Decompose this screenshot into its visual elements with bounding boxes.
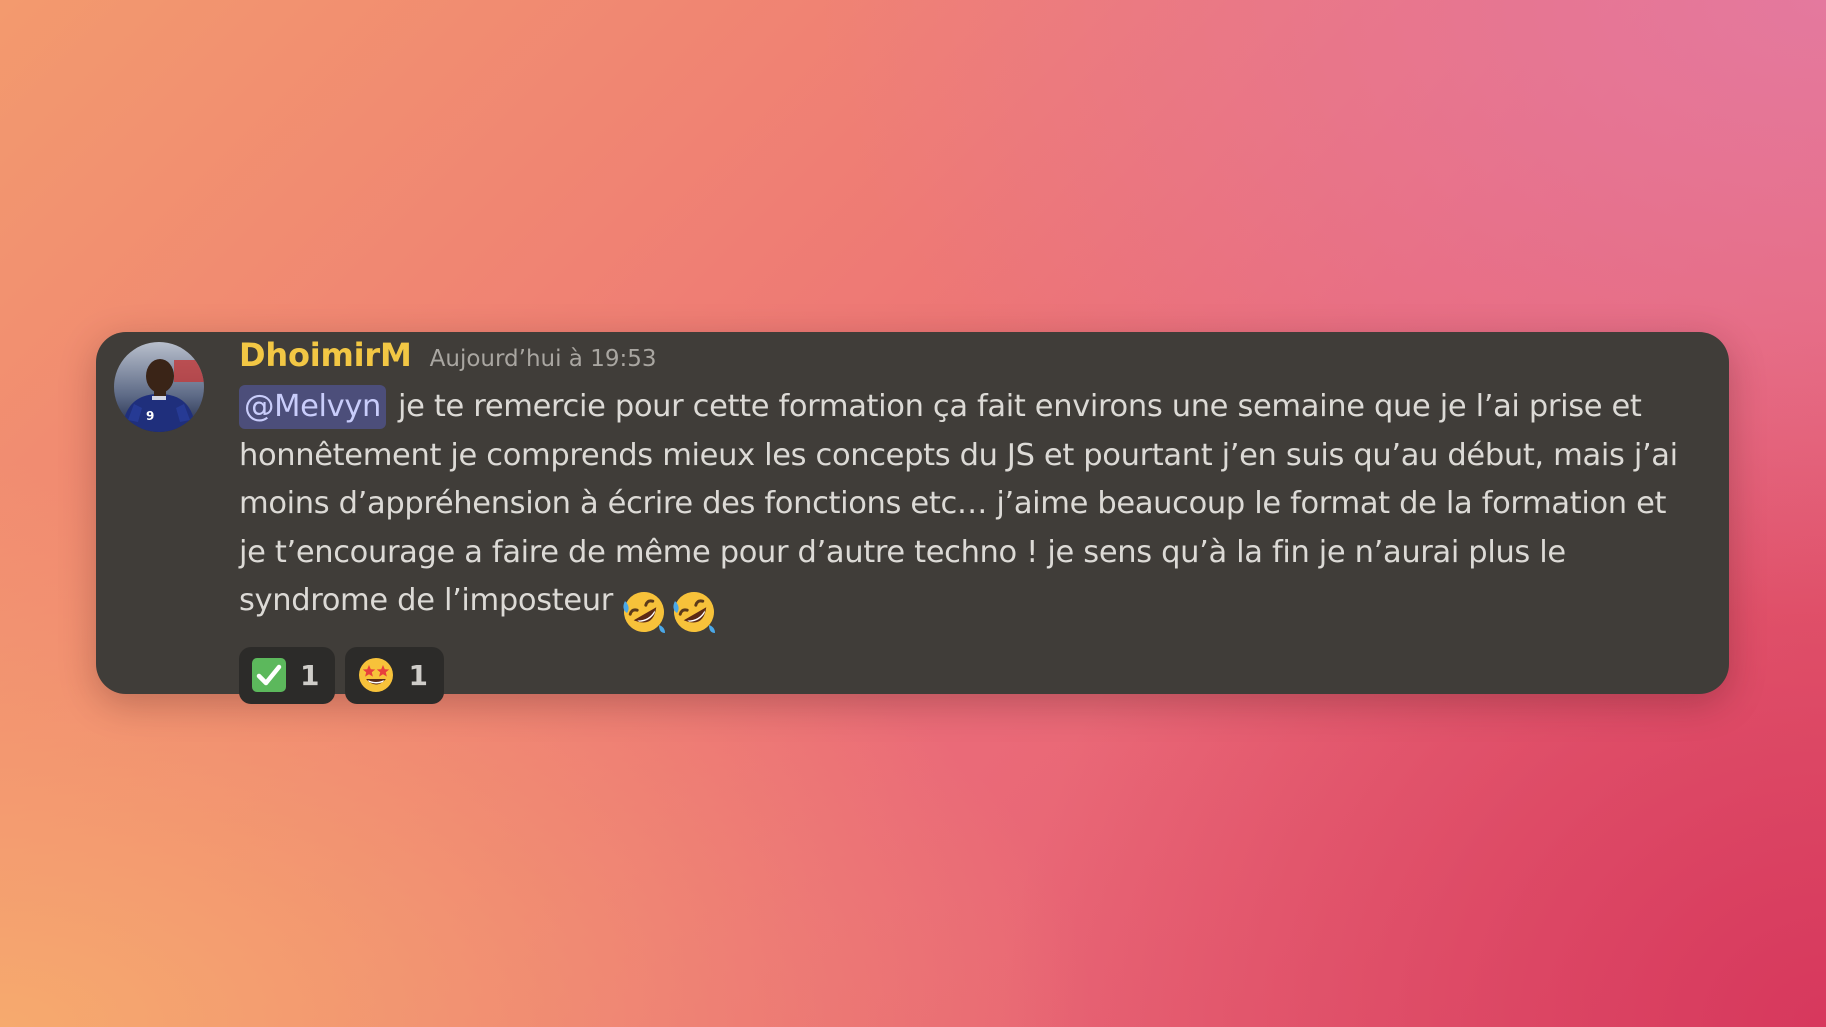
reaction-count: 1 [408, 658, 428, 692]
star-struck-emoji [359, 658, 394, 692]
svg-text:9: 9 [146, 409, 154, 423]
message-text: je te remercie pour cette formation ça f… [239, 389, 1678, 618]
reaction-check-mark[interactable]: 1 [239, 646, 336, 704]
message-content: DhoimirM Aujourd’hui à 19:53 @Melvyn je t… [239, 336, 1695, 704]
inline-emojis [619, 587, 719, 637]
message-timestamp: Aujourd’hui à 19:53 [429, 346, 657, 372]
user-avatar-icon: 9 [114, 342, 204, 432]
user-avatar[interactable]: 9 [114, 342, 204, 432]
user-mention[interactable]: @Melvyn [239, 385, 387, 429]
reaction-count: 1 [300, 658, 320, 692]
rolling-on-floor-laughing-emoji [673, 591, 715, 633]
rolling-on-floor-laughing-emoji [623, 591, 665, 633]
username[interactable]: DhoimirM [239, 336, 412, 374]
message-card: 9 DhoimirM Aujourd’hui à 19:53 @Melvyn je… [96, 332, 1729, 704]
reactions-bar: 1 1 [239, 646, 1695, 704]
message-header: DhoimirM Aujourd’hui à 19:53 [239, 336, 1695, 382]
message-body: @Melvyn je te remercie pour cette formati… [239, 383, 1695, 637]
reaction-star-struck[interactable]: 1 [345, 646, 444, 704]
check-mark-button-emoji [252, 658, 286, 692]
